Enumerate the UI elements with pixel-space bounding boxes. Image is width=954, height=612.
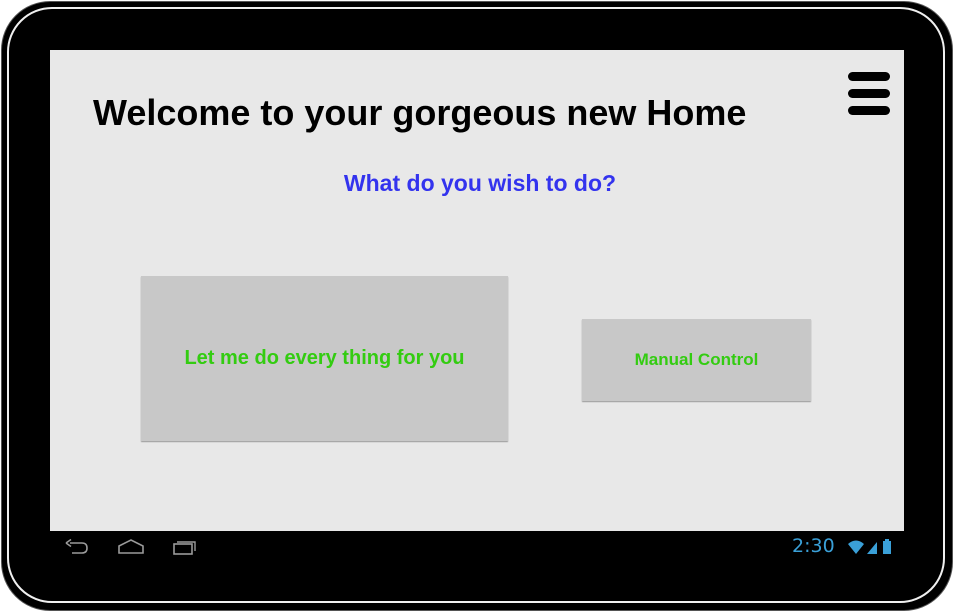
prompt-text: What do you wish to do? xyxy=(343,170,617,196)
wifi-icon xyxy=(848,540,864,554)
recent-apps-icon[interactable] xyxy=(172,537,198,557)
auto-mode-button[interactable]: Let me do every thing for you xyxy=(141,276,508,441)
status-clock: 2:30 xyxy=(792,535,835,557)
page-title: Welcome to your gorgeous new Home xyxy=(93,92,747,133)
menu-bar-top xyxy=(848,72,890,81)
signal-icon xyxy=(867,542,877,554)
battery-icon xyxy=(883,539,891,554)
manual-control-button[interactable]: Manual Control xyxy=(582,319,811,401)
app-screen: Welcome to your gorgeous new Home What d… xyxy=(50,50,904,531)
system-nav-bar: 2:30 xyxy=(50,531,904,563)
back-icon[interactable] xyxy=(64,537,90,557)
hamburger-menu-icon[interactable] xyxy=(848,72,892,118)
menu-bar-middle xyxy=(848,89,890,98)
home-icon[interactable] xyxy=(117,537,145,557)
menu-bar-bottom xyxy=(848,106,890,115)
